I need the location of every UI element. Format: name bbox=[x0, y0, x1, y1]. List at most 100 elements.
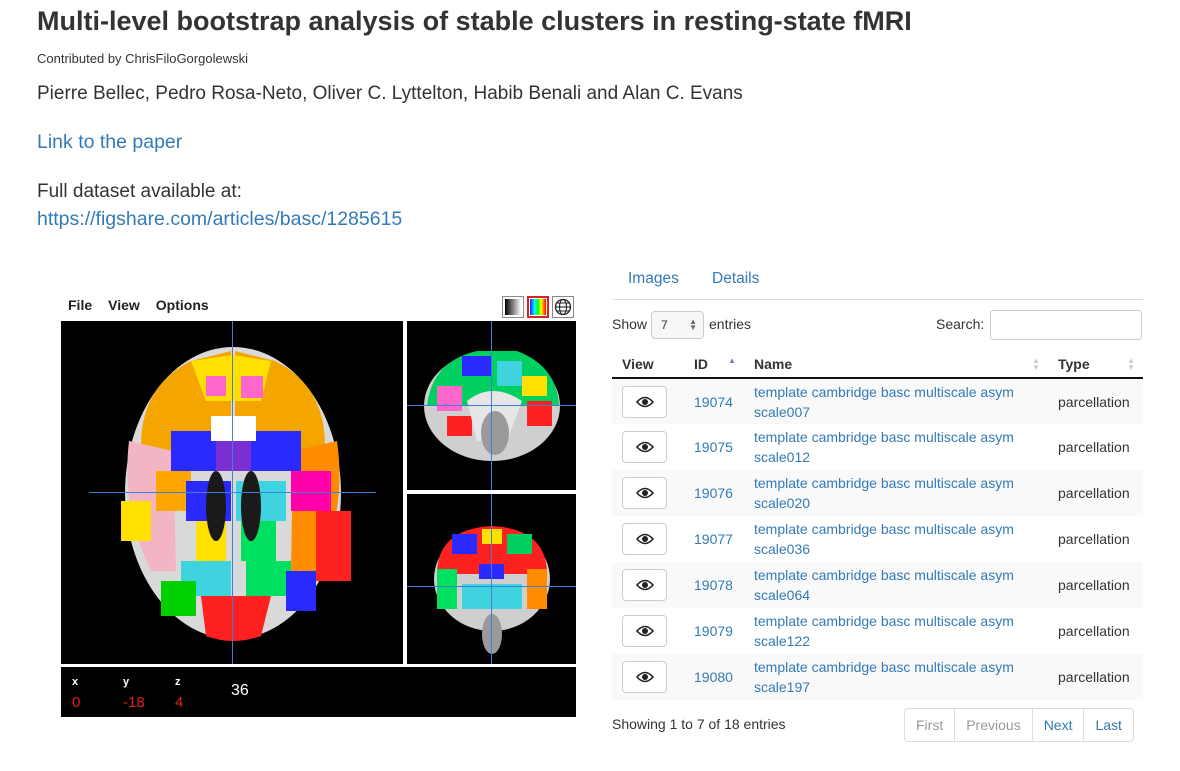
type-cell: parcellation bbox=[1058, 623, 1130, 639]
brain-viewer: File View Options x y z 0 -18 4 36 bbox=[61, 290, 576, 717]
image-id-link[interactable]: 19074 bbox=[694, 394, 733, 410]
image-id-link[interactable]: 19075 bbox=[694, 439, 733, 455]
eye-icon bbox=[635, 487, 654, 499]
table-row: 19078 template cambridge basc multiscale … bbox=[612, 562, 1143, 608]
view-button[interactable] bbox=[622, 615, 667, 647]
entries-label: entries bbox=[709, 316, 752, 332]
image-name-link[interactable]: template cambridge basc multiscale asym s… bbox=[754, 384, 1014, 420]
type-cell: parcellation bbox=[1048, 378, 1143, 424]
name-cell: template cambridge basc multiscale asym s… bbox=[744, 608, 1048, 654]
eye-icon bbox=[635, 396, 654, 407]
image-name-link[interactable]: template cambridge basc multiscale asym s… bbox=[754, 659, 1014, 695]
crosshair-horizontal bbox=[407, 586, 576, 587]
type-cell: parcellation bbox=[1048, 470, 1143, 516]
table-info: Showing 1 to 7 of 18 entries bbox=[612, 716, 786, 732]
z-label: z bbox=[175, 676, 181, 688]
globe-icon[interactable] bbox=[552, 296, 574, 318]
view-cell bbox=[612, 470, 684, 516]
column-type[interactable]: Type ▲ ▼ bbox=[1048, 348, 1143, 379]
crosshair-horizontal bbox=[89, 492, 376, 493]
tab-images[interactable]: Images bbox=[628, 270, 679, 288]
image-id-link[interactable]: 19076 bbox=[694, 485, 733, 501]
view-button[interactable] bbox=[622, 661, 667, 693]
type-cell: parcellation bbox=[1058, 531, 1130, 547]
image-id-link[interactable]: 19077 bbox=[694, 531, 733, 547]
dataset-link[interactable]: https://figshare.com/articles/basc/12856… bbox=[37, 208, 402, 231]
pager-previous-button[interactable]: Previous bbox=[954, 709, 1031, 741]
image-name-link[interactable]: template cambridge basc multiscale asym s… bbox=[754, 521, 1014, 557]
viewer-menu-options[interactable]: Options bbox=[156, 297, 209, 317]
search-label: Search: bbox=[936, 316, 985, 332]
tab-bar: Images Details bbox=[612, 257, 1143, 300]
view-cell bbox=[612, 654, 684, 700]
view-button[interactable] bbox=[622, 523, 667, 555]
view-cell bbox=[612, 516, 684, 562]
view-cell bbox=[612, 378, 684, 424]
entries-select-value: 7 bbox=[661, 318, 668, 332]
colormap-icon[interactable] bbox=[527, 296, 549, 318]
entries-select[interactable]: 7 ▲ ▼ bbox=[651, 311, 704, 339]
viewer-menu-file[interactable]: File bbox=[68, 297, 92, 317]
view-button[interactable] bbox=[622, 431, 667, 463]
image-id-link[interactable]: 19080 bbox=[694, 669, 733, 685]
view-button[interactable] bbox=[622, 569, 667, 601]
tab-details[interactable]: Details bbox=[712, 270, 759, 288]
table-row: 19076 template cambridge basc multiscale … bbox=[612, 470, 1143, 516]
eye-icon bbox=[635, 441, 654, 453]
column-name[interactable]: Name ▲ ▼ bbox=[744, 348, 1048, 379]
table-row: 19079 template cambridge basc multiscale … bbox=[612, 608, 1143, 654]
coronal-view[interactable] bbox=[407, 494, 576, 664]
id-cell: 19080 bbox=[684, 654, 744, 700]
image-id-link[interactable]: 19078 bbox=[694, 577, 733, 593]
authors: Pierre Bellec, Pedro Rosa-Neto, Oliver C… bbox=[37, 83, 743, 104]
view-cell bbox=[612, 562, 684, 608]
axial-view[interactable] bbox=[61, 321, 403, 664]
eye-icon bbox=[635, 671, 654, 683]
voxel-value: 36 bbox=[231, 682, 249, 699]
column-id[interactable]: ID ▲ bbox=[684, 348, 744, 379]
dataset-label: Full dataset available at: bbox=[37, 181, 242, 202]
table-row: 19077 template cambridge basc multiscale … bbox=[612, 516, 1143, 562]
name-cell: template cambridge basc multiscale asym s… bbox=[744, 516, 1048, 562]
y-label: y bbox=[123, 676, 130, 688]
name-cell: template cambridge basc multiscale asym s… bbox=[744, 562, 1048, 608]
sagittal-view[interactable] bbox=[407, 321, 576, 490]
image-name-link[interactable]: template cambridge basc multiscale asym s… bbox=[754, 475, 1014, 511]
image-name-link[interactable]: template cambridge basc multiscale asym s… bbox=[754, 429, 1014, 465]
page-title: Multi-level bootstrap analysis of stable… bbox=[37, 6, 912, 36]
image-name-link[interactable]: template cambridge basc multiscale asym s… bbox=[754, 613, 1014, 649]
coordinate-readout: x y z 0 -18 4 36 bbox=[61, 667, 576, 717]
viewer-menu-view[interactable]: View bbox=[108, 297, 140, 317]
sort-asc-icon: ▲ bbox=[728, 356, 736, 365]
view-button[interactable] bbox=[622, 385, 667, 418]
show-label: Show bbox=[612, 316, 648, 332]
y-value: -18 bbox=[123, 694, 145, 711]
id-cell: 19074 bbox=[684, 378, 744, 424]
id-cell: 19078 bbox=[684, 562, 744, 608]
pager-next-button[interactable]: Next bbox=[1031, 709, 1084, 741]
search-input[interactable] bbox=[990, 310, 1142, 340]
grayscale-icon[interactable] bbox=[502, 296, 524, 318]
view-cell bbox=[612, 424, 684, 470]
crosshair-vertical bbox=[491, 494, 492, 664]
pager-last-button[interactable]: Last bbox=[1083, 709, 1132, 741]
table-header-row: View ID ▲ Name ▲ ▼ Type ▲ ▼ bbox=[612, 348, 1143, 379]
table-row: 19075 template cambridge basc multiscale … bbox=[612, 424, 1143, 470]
pager-first-button[interactable]: First bbox=[905, 709, 954, 741]
id-cell: 19076 bbox=[684, 470, 744, 516]
paper-link[interactable]: Link to the paper bbox=[37, 131, 182, 154]
name-cell: template cambridge basc multiscale asym s… bbox=[744, 470, 1048, 516]
image-id-link[interactable]: 19079 bbox=[694, 623, 733, 639]
type-cell: parcellation bbox=[1048, 654, 1143, 700]
image-name-link[interactable]: template cambridge basc multiscale asym s… bbox=[754, 567, 1014, 603]
column-view: View bbox=[612, 348, 684, 379]
select-arrows-icon: ▲ ▼ bbox=[689, 317, 697, 332]
viewer-toolbar bbox=[502, 296, 574, 318]
sort-icon: ▲ ▼ bbox=[1127, 356, 1135, 372]
id-cell: 19079 bbox=[684, 608, 744, 654]
table-row: 19080 template cambridge basc multiscale … bbox=[612, 654, 1143, 700]
name-cell: template cambridge basc multiscale asym s… bbox=[744, 378, 1048, 424]
x-value: 0 bbox=[72, 694, 81, 711]
type-cell: parcellation bbox=[1058, 439, 1130, 455]
view-button[interactable] bbox=[622, 477, 667, 509]
